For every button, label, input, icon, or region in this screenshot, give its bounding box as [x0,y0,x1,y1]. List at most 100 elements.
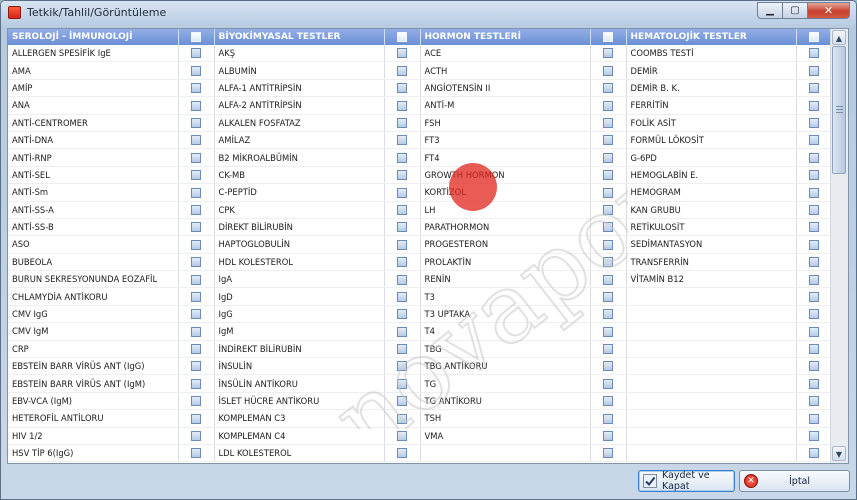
checkbox[interactable] [397,448,407,459]
test-select-biyokimya[interactable] [384,374,421,393]
checkbox[interactable] [397,83,407,94]
test-select-biyokimya[interactable] [384,322,421,341]
checkbox[interactable] [191,239,201,250]
checkbox[interactable] [603,448,613,459]
checkbox[interactable] [603,135,613,146]
test-select-seroloji[interactable] [178,201,215,219]
test-select-biyokimya[interactable] [384,114,421,132]
test-select-seroloji[interactable] [178,427,215,445]
test-select-biyokimya[interactable] [384,201,421,219]
scroll-thumb[interactable] [832,46,846,174]
test-select-biyokimya[interactable] [384,270,421,289]
test-select-hormon[interactable] [590,305,627,324]
checkbox[interactable] [397,413,407,424]
test-select-hematoloji[interactable] [796,305,832,324]
test-select-seroloji[interactable] [178,444,215,463]
checkbox[interactable] [397,431,407,442]
test-select-seroloji[interactable] [178,270,215,289]
test-select-hematoloji[interactable] [796,114,832,132]
test-select-hormon[interactable] [590,287,627,306]
test-select-seroloji[interactable] [178,322,215,341]
checkbox[interactable] [191,170,201,181]
test-select-seroloji[interactable] [178,166,215,185]
checkbox[interactable] [191,187,201,198]
checkbox[interactable] [191,448,201,459]
test-select-seroloji[interactable] [178,45,215,63]
checkbox[interactable] [808,378,819,389]
checkbox[interactable] [808,152,819,163]
test-select-biyokimya[interactable] [384,357,421,376]
checkbox[interactable] [397,344,407,355]
test-select-hematoloji[interactable] [796,374,832,393]
checkbox[interactable] [808,291,819,302]
test-select-biyokimya[interactable] [384,166,421,185]
checkbox[interactable] [603,396,613,407]
test-select-hematoloji[interactable] [796,183,832,202]
test-select-hormon[interactable] [590,148,627,167]
test-select-hormon[interactable] [590,235,627,254]
test-select-biyokimya[interactable] [384,235,421,254]
test-select-biyokimya[interactable] [384,61,421,80]
test-select-hematoloji[interactable] [796,201,832,219]
checkbox[interactable] [191,83,201,94]
test-select-hormon[interactable] [590,444,627,463]
checkbox[interactable] [603,100,613,111]
scroll-down-arrow-icon[interactable]: ▼ [832,446,846,461]
checkbox[interactable] [397,100,407,111]
test-select-seroloji[interactable] [178,409,215,428]
checkbox[interactable] [397,396,407,407]
checkbox[interactable] [191,309,201,320]
checkbox[interactable] [603,257,613,268]
test-select-hormon[interactable] [590,79,627,98]
checkbox[interactable] [397,118,407,128]
checkbox[interactable] [397,274,407,285]
checkbox[interactable] [808,100,819,111]
checkbox[interactable] [397,309,407,320]
test-select-hematoloji[interactable] [796,270,832,289]
checkbox[interactable] [397,326,407,337]
test-select-biyokimya[interactable] [384,392,421,411]
checkbox[interactable] [808,431,819,442]
test-select-seroloji[interactable] [178,374,215,393]
test-select-hematoloji[interactable] [796,45,832,63]
minimize-button[interactable]: ▁ [757,2,783,19]
test-select-seroloji[interactable] [178,340,215,359]
test-select-seroloji[interactable] [178,96,215,115]
test-select-hormon[interactable] [590,61,627,80]
checkbox[interactable] [397,31,407,42]
checkbox[interactable] [808,274,819,285]
checkbox[interactable] [603,222,613,233]
checkbox[interactable] [397,187,407,198]
test-select-hematoloji[interactable] [796,322,832,341]
test-select-hormon[interactable] [590,114,627,132]
checkbox[interactable] [808,413,819,424]
test-select-seroloji[interactable] [178,392,215,411]
checkbox[interactable] [191,152,201,163]
test-select-hormon[interactable] [590,340,627,359]
test-select-seroloji[interactable] [178,183,215,202]
checkbox[interactable] [808,48,819,59]
test-select-hormon[interactable] [590,427,627,445]
test-select-seroloji[interactable] [178,287,215,306]
test-select-biyokimya[interactable] [384,253,421,272]
checkbox[interactable] [808,83,819,94]
checkbox[interactable] [603,361,613,372]
checkbox[interactable] [603,204,613,215]
checkbox[interactable] [191,413,201,424]
checkbox[interactable] [603,48,613,59]
checkbox[interactable] [397,361,407,372]
checkbox[interactable] [808,239,819,250]
checkbox[interactable] [191,204,201,215]
test-select-hematoloji[interactable] [796,444,832,463]
test-select-seroloji[interactable] [178,61,215,80]
checkbox[interactable] [603,187,613,198]
maximize-button[interactable]: ▢ [783,2,808,19]
test-select-biyokimya[interactable] [384,96,421,115]
test-select-hormon[interactable] [590,45,627,63]
checkbox[interactable] [603,118,613,128]
checkbox[interactable] [397,257,407,268]
checkbox[interactable] [191,291,201,302]
test-select-biyokimya[interactable] [384,409,421,428]
test-select-biyokimya[interactable] [384,444,421,463]
test-select-hormon[interactable] [590,218,627,237]
